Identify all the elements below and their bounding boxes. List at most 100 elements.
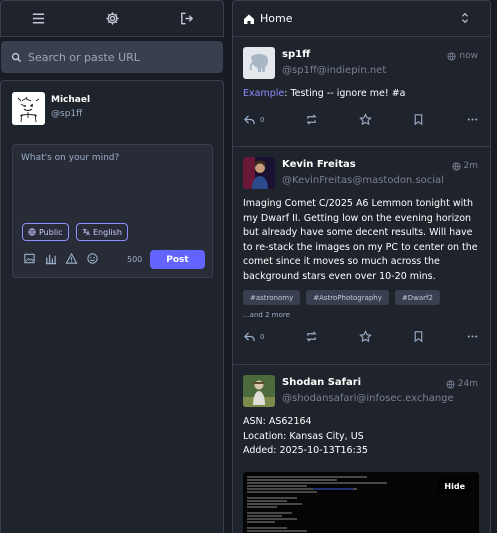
star-icon <box>358 330 372 343</box>
compose-textarea[interactable] <box>21 153 206 219</box>
status-actions: 0 <box>243 330 479 343</box>
boost-icon <box>306 114 317 125</box>
image-upload-icon[interactable] <box>23 252 36 265</box>
compose-form: Public English 500 Post <box>12 144 213 278</box>
logout-button[interactable] <box>149 1 223 36</box>
language-button[interactable]: English <box>76 223 128 241</box>
more-button[interactable] <box>466 330 479 343</box>
search-box[interactable] <box>1 41 223 73</box>
globe-icon <box>446 379 455 389</box>
search-icon <box>11 52 22 62</box>
home-column: Home sp1ff @sp1ff@indiepin.net now Examp… <box>232 0 491 533</box>
hide-media-button[interactable]: Hide <box>438 478 471 494</box>
home-icon <box>244 14 254 24</box>
avatar[interactable] <box>243 375 275 407</box>
bookmark-icon <box>415 331 423 343</box>
star-icon <box>358 113 372 126</box>
status-actions: 0 <box>243 113 479 126</box>
reply-icon <box>244 332 255 342</box>
preferences-button[interactable] <box>75 1 149 36</box>
avatar[interactable] <box>243 47 275 79</box>
logout-icon <box>180 12 193 25</box>
column-settings-icon[interactable] <box>459 12 471 24</box>
status-content: ASN: AS62164 Location: Kansas City, US A… <box>243 415 483 459</box>
globe-icon <box>447 51 456 61</box>
elephant-avatar-image <box>243 47 275 79</box>
poll-icon[interactable] <box>44 252 57 265</box>
media-attachment[interactable]: Hide <box>243 472 479 533</box>
status-display-name[interactable]: Shodan Safari <box>282 377 454 388</box>
visibility-label: Public <box>39 227 63 237</box>
compose-tools <box>23 252 99 265</box>
status-time: 24m <box>457 379 478 389</box>
translate-icon <box>82 228 90 236</box>
favourite-button[interactable] <box>358 113 372 126</box>
globe-icon <box>28 228 36 236</box>
menu-button[interactable] <box>1 1 75 36</box>
hashtag-bar: #astronomy #AstroPhotography #Dwarf2 <box>243 290 440 305</box>
person-avatar-image <box>243 157 275 189</box>
status-line: Added: 2025-10-13T16:35 <box>243 445 368 457</box>
status-line: ASN: AS62164 <box>243 416 312 427</box>
search-input[interactable] <box>28 50 213 64</box>
ellipsis-icon <box>467 118 478 121</box>
status-item[interactable]: Shodan Safari @shodansafari@infosec.exch… <box>233 365 490 533</box>
bookmark-icon <box>415 114 423 126</box>
globe-icon <box>451 161 461 171</box>
reply-count: 0 <box>260 332 265 341</box>
account-display-name[interactable]: Michael <box>51 95 90 105</box>
navigation-bar <box>0 0 224 37</box>
avatar[interactable] <box>12 92 45 125</box>
visibility-button[interactable]: Public <box>22 223 69 241</box>
status-text: Imaging Comet C/2025 A6 Lemmon tonight w… <box>243 198 478 282</box>
status-time: now <box>459 51 478 61</box>
current-account: Michael @sp1ff <box>12 92 90 125</box>
status-timestamp[interactable]: now <box>447 51 478 61</box>
status-item[interactable]: sp1ff @sp1ff@indiepin.net now Example: T… <box>233 37 490 147</box>
status-display-name[interactable]: Kevin Freitas <box>282 159 444 170</box>
hashtag[interactable]: #Dwarf2 <box>394 290 440 305</box>
emoji-icon[interactable] <box>86 252 99 265</box>
status-handle: @shodansafari@infosec.exchange <box>282 393 454 404</box>
gear-icon <box>105 12 119 25</box>
column-header[interactable]: Home <box>233 1 490 37</box>
status-timestamp[interactable]: 2m <box>451 161 479 171</box>
more-hashtags-link[interactable]: ...and 2 more <box>243 311 290 319</box>
status-handle: @sp1ff@indiepin.net <box>282 65 387 76</box>
language-label: English <box>93 227 122 237</box>
reply-icon <box>244 115 255 125</box>
reply-count: 0 <box>260 115 265 124</box>
column-title: Home <box>260 12 293 25</box>
content-warning-icon[interactable] <box>65 252 78 265</box>
bookmark-button[interactable] <box>412 330 425 343</box>
status-handle: @KevinFreitas@mastodon.social <box>282 175 444 186</box>
favourite-button[interactable] <box>358 330 372 343</box>
account-handle: @sp1ff <box>51 109 83 119</box>
more-button[interactable] <box>466 113 479 126</box>
status-timestamp[interactable]: 24m <box>446 379 478 389</box>
hashtag[interactable]: #AstroPhotography <box>306 290 389 305</box>
reply-button[interactable]: 0 <box>243 330 264 343</box>
avatar[interactable] <box>243 157 275 189</box>
status-content: Example: Testing -- ignore me! #a <box>243 87 483 102</box>
status-display-name[interactable]: sp1ff <box>282 49 386 60</box>
post-button[interactable]: Post <box>150 250 205 269</box>
boost-button[interactable] <box>305 330 318 343</box>
safari-avatar-image <box>243 375 275 407</box>
avatar-sketch-image <box>12 92 45 125</box>
status-mention-link[interactable]: Example <box>243 88 284 99</box>
status-time: 2m <box>463 161 479 171</box>
status-text: : Testing -- ignore me! #a <box>284 88 406 99</box>
boost-button[interactable] <box>305 113 318 126</box>
compose-panel: Michael @sp1ff Public English 500 Post <box>0 80 224 533</box>
bookmark-button[interactable] <box>412 113 425 126</box>
status-item[interactable]: Kevin Freitas @KevinFreitas@mastodon.soc… <box>233 147 490 365</box>
hashtag[interactable]: #astronomy <box>243 290 301 305</box>
ellipsis-icon <box>467 335 478 338</box>
status-line: Location: Kansas City, US <box>243 430 364 442</box>
left-column: Michael @sp1ff Public English 500 Post <box>0 0 224 533</box>
menu-icon <box>32 13 44 24</box>
reply-button[interactable]: 0 <box>243 113 264 126</box>
boost-icon <box>306 331 317 342</box>
character-counter: 500 <box>127 255 143 264</box>
